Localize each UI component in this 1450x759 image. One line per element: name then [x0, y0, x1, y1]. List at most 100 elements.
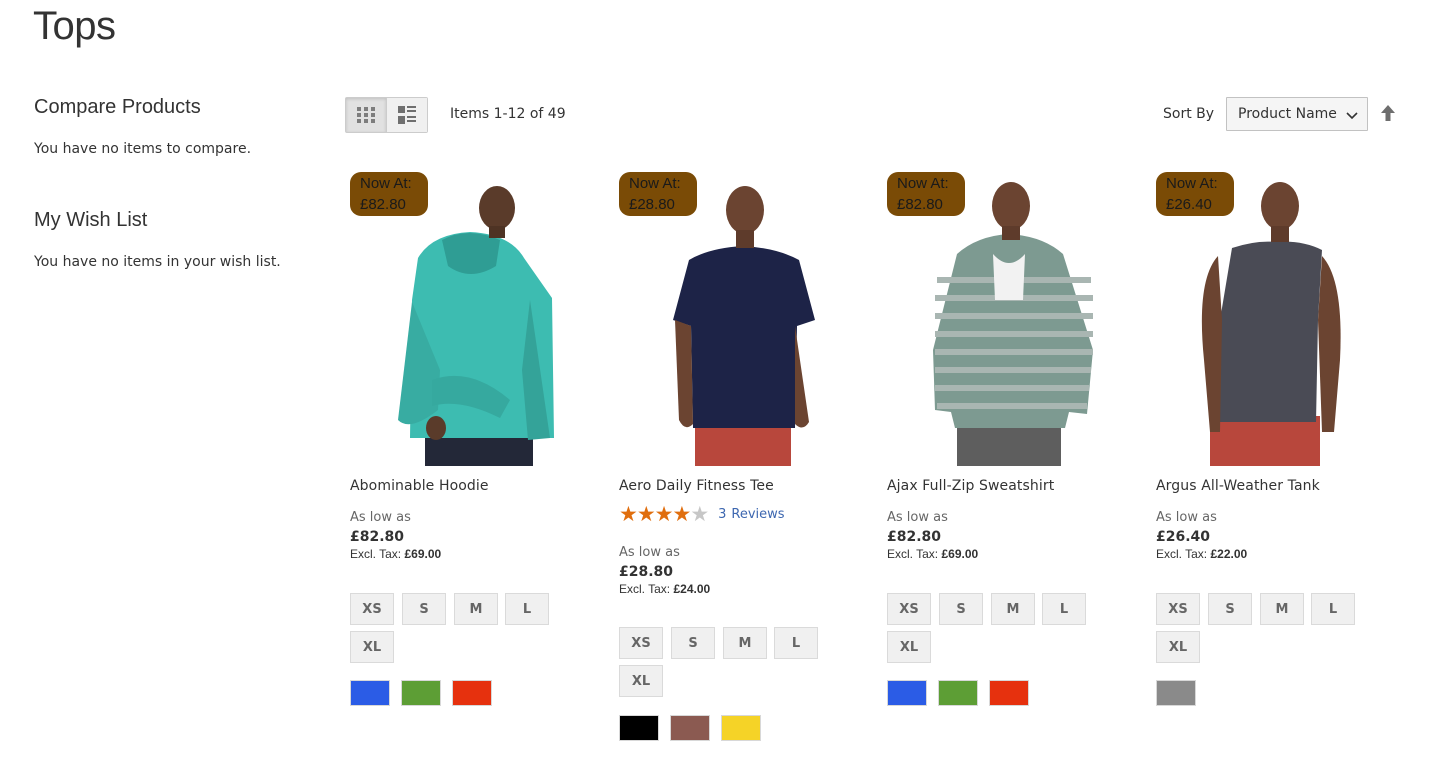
size-swatch-xs[interactable]: XS [1156, 593, 1200, 625]
product-price: £82.80 [350, 529, 405, 545]
size-swatch-xs[interactable]: XS [887, 593, 931, 625]
as-low-as-label: As low as [1156, 510, 1217, 525]
color-swatch-green[interactable] [938, 680, 978, 706]
sort-by-value: Product Name [1238, 106, 1337, 122]
size-swatch-s[interactable]: S [671, 627, 715, 659]
size-swatch-l[interactable]: L [1311, 593, 1355, 625]
badge-label: Now At: [897, 175, 949, 192]
color-swatch-black[interactable] [619, 715, 659, 741]
compare-empty-text: You have no items to compare. [34, 141, 252, 157]
reviews-link[interactable]: 3 Reviews [718, 507, 784, 522]
size-swatch-s[interactable]: S [1208, 593, 1252, 625]
badge-price: £26.40 [1166, 196, 1212, 213]
color-swatch-gray[interactable] [1156, 680, 1196, 706]
size-swatch-xl[interactable]: XL [1156, 631, 1200, 663]
grid-mode-button[interactable] [346, 98, 386, 132]
compare-block: Compare Products You have no items to co… [34, 96, 324, 157]
list-mode-button[interactable] [386, 98, 427, 132]
list-view-icon [398, 106, 416, 124]
price-box: As low as £82.80 Excl. Tax: £69.00 [887, 510, 978, 561]
compare-title: Compare Products [34, 96, 201, 118]
color-swatches [619, 715, 859, 741]
size-swatch-xl[interactable]: XL [887, 631, 931, 663]
badge-label: Now At: [1166, 175, 1218, 192]
product-name-link[interactable]: Argus All-Weather Tank [1156, 478, 1320, 494]
excl-tax-price: Excl. Tax: £69.00 [350, 547, 441, 561]
chevron-down-icon [1346, 112, 1358, 120]
star-icon: ★ [619, 502, 638, 526]
sort-by-label: Sort By [1163, 106, 1215, 122]
page-title: Tops [33, 4, 116, 48]
toolbar: Items 1-12 of 49 Sort By Product Name [345, 97, 1405, 133]
excl-tax-label: Excl. Tax: [887, 547, 939, 561]
size-swatch-s[interactable]: S [939, 593, 983, 625]
size-swatch-m[interactable]: M [1260, 593, 1304, 625]
wishlist-block: My Wish List You have no items in your w… [34, 209, 324, 270]
size-swatch-m[interactable]: M [454, 593, 498, 625]
color-swatch-red[interactable] [452, 680, 492, 706]
reviews-count: 3 [718, 506, 727, 522]
color-swatch-red[interactable] [989, 680, 1029, 706]
item-count: Items 1-12 of 49 [450, 106, 566, 122]
wishlist-empty-text: You have no items in your wish list. [34, 254, 281, 270]
excl-tax-price: Excl. Tax: £24.00 [619, 582, 710, 596]
arrow-up-icon[interactable] [1379, 104, 1397, 124]
size-swatch-l[interactable]: L [505, 593, 549, 625]
star-icon: ★ [690, 502, 709, 526]
size-swatch-xl[interactable]: XL [619, 665, 663, 697]
size-swatch-m[interactable]: M [991, 593, 1035, 625]
price-badge: Now At: £26.40 [1156, 172, 1234, 216]
as-low-as-label: As low as [619, 545, 680, 560]
excl-tax-value: £69.00 [941, 547, 979, 561]
reviews-label: Reviews [731, 506, 785, 522]
price-box: As low as £28.80 Excl. Tax: £24.00 [619, 545, 710, 596]
price-box: As low as £26.40 Excl. Tax: £22.00 [1156, 510, 1247, 561]
rating-summary: ★★★★★ 3 Reviews [619, 503, 785, 525]
sort-by-select[interactable]: Product Name [1226, 97, 1368, 131]
view-mode-switcher [345, 97, 428, 133]
excl-tax-value: £69.00 [404, 547, 442, 561]
color-swatches [350, 680, 590, 706]
size-swatch-xs[interactable]: XS [350, 593, 394, 625]
product-name-link[interactable]: Aero Daily Fitness Tee [619, 478, 774, 494]
star-icon: ★ [672, 502, 691, 526]
product-price: £28.80 [619, 564, 674, 580]
color-swatch-brown[interactable] [670, 715, 710, 741]
size-swatch-s[interactable]: S [402, 593, 446, 625]
color-swatch-blue[interactable] [350, 680, 390, 706]
product-grid: Now At: £82.80 Abominable Hoodie As low … [350, 170, 1430, 759]
product-price: £26.40 [1156, 529, 1211, 545]
wishlist-title: My Wish List [34, 209, 148, 231]
size-swatch-l[interactable]: L [774, 627, 818, 659]
badge-label: Now At: [629, 175, 681, 192]
product-name-link[interactable]: Abominable Hoodie [350, 478, 489, 494]
size-swatch-l[interactable]: L [1042, 593, 1086, 625]
excl-tax-label: Excl. Tax: [1156, 547, 1208, 561]
excl-tax-price: Excl. Tax: £69.00 [887, 547, 978, 561]
grid-view-icon [357, 107, 375, 123]
color-swatches [1156, 680, 1396, 706]
price-badge: Now At: £82.80 [350, 172, 428, 216]
color-swatch-green[interactable] [401, 680, 441, 706]
as-low-as-label: As low as [887, 510, 948, 525]
badge-price: £82.80 [360, 196, 406, 213]
price-badge: Now At: £82.80 [887, 172, 965, 216]
size-swatch-xl[interactable]: XL [350, 631, 394, 663]
color-swatch-yellow[interactable] [721, 715, 761, 741]
excl-tax-value: £22.00 [1210, 547, 1248, 561]
sidebar: Compare Products You have no items to co… [34, 96, 324, 270]
product-price: £82.80 [887, 529, 942, 545]
size-swatch-xs[interactable]: XS [619, 627, 663, 659]
rating-stars: ★★★★★ [619, 502, 709, 526]
badge-label: Now At: [360, 175, 412, 192]
price-box: As low as £82.80 Excl. Tax: £69.00 [350, 510, 441, 561]
color-swatch-blue[interactable] [887, 680, 927, 706]
excl-tax-price: Excl. Tax: £22.00 [1156, 547, 1247, 561]
color-swatches [887, 680, 1127, 706]
excl-tax-label: Excl. Tax: [350, 547, 402, 561]
price-badge: Now At: £28.80 [619, 172, 697, 216]
product-name-link[interactable]: Ajax Full-Zip Sweatshirt [887, 478, 1054, 494]
size-swatch-m[interactable]: M [723, 627, 767, 659]
as-low-as-label: As low as [350, 510, 411, 525]
badge-price: £82.80 [897, 196, 943, 213]
